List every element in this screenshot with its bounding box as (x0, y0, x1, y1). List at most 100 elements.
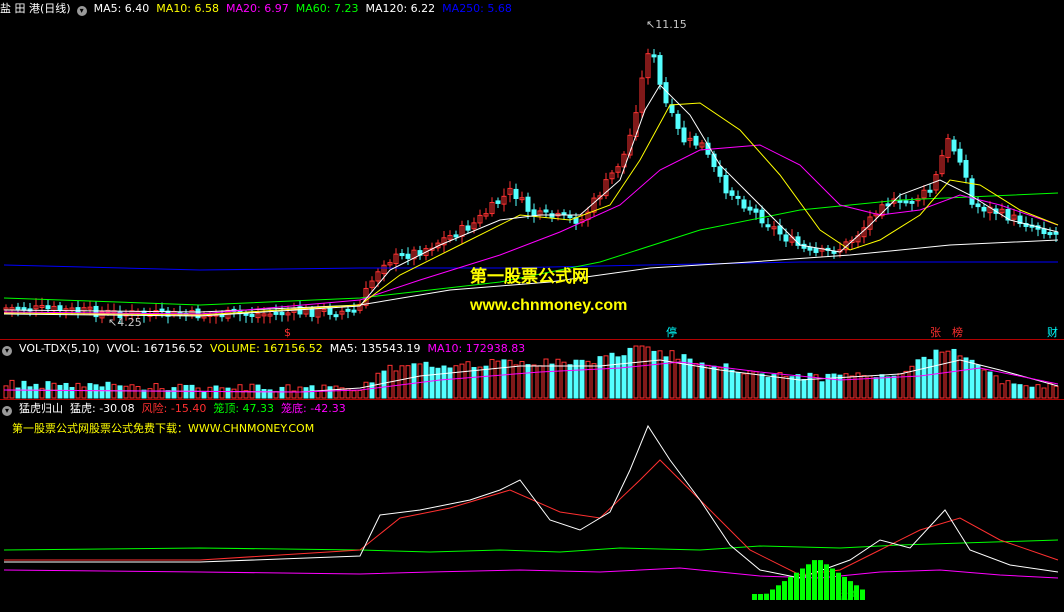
volume-bar (453, 365, 459, 399)
volume-bar (159, 388, 165, 399)
candle-body (657, 55, 663, 85)
volume-bar (519, 361, 525, 399)
dividend-marker[interactable]: $ (284, 326, 291, 339)
tiger-bar (782, 581, 787, 600)
volume-bar (549, 363, 555, 399)
tiger-bar (818, 560, 823, 600)
candle-body (981, 206, 987, 212)
candle-body (327, 307, 333, 315)
volume-bar (867, 375, 873, 399)
volume-bar (9, 379, 15, 399)
volume-bar (441, 365, 447, 399)
volume-bar (1035, 384, 1041, 399)
finance-marker[interactable]: 财 (1047, 326, 1058, 339)
chevron-down-icon[interactable]: ▾ (2, 346, 12, 356)
volume-bar (969, 359, 975, 399)
volume-bar (633, 345, 639, 399)
header-value: 笼底: -42.33 (281, 402, 346, 415)
candle-body (345, 308, 351, 312)
volume-bar (429, 366, 435, 399)
volume-bar (405, 365, 411, 399)
suspension-marker[interactable]: 停 (666, 326, 677, 339)
tiger-bar (794, 572, 799, 600)
volume-bar (645, 346, 651, 399)
volume-bar (363, 381, 369, 399)
volume-bar (33, 383, 39, 399)
header-value: 风险: -15.40 (141, 402, 207, 415)
volume-bar (165, 390, 171, 399)
candle-body (45, 305, 51, 310)
volume-bar (801, 379, 807, 399)
volume-bar (1011, 383, 1017, 399)
candle-body (681, 127, 687, 143)
volume-bar (375, 372, 381, 399)
volume-bar (15, 387, 21, 399)
candle-body (747, 206, 753, 211)
candle-body (453, 234, 459, 238)
volume-bar (1047, 382, 1053, 399)
tiger-bar (860, 589, 865, 600)
volume-bar (993, 375, 999, 399)
volume-bar (69, 386, 75, 399)
chevron-down-icon[interactable]: ▾ (76, 6, 87, 16)
volume-bar (699, 362, 705, 399)
volume-bar (771, 374, 777, 399)
chevron-down-icon[interactable]: ▾ (2, 406, 12, 416)
indicator-name: 猛虎归山 (19, 402, 63, 415)
price-chart (3, 48, 1059, 324)
volume-bar (3, 385, 9, 399)
volume-bar (717, 367, 723, 399)
limit-up-marker[interactable]: 张 (930, 326, 941, 339)
volume-bar (561, 361, 567, 399)
candle-body (513, 188, 519, 199)
volume-bar (393, 370, 399, 399)
volume-bar (1023, 385, 1029, 399)
candle-body (729, 190, 735, 196)
volume-bar (495, 360, 501, 399)
header-value: VVOL: 167156.52 (106, 342, 204, 355)
header-value: MA10: 6.58 (156, 2, 220, 15)
candle-body (333, 314, 339, 318)
volume-bar (657, 350, 663, 399)
candle-body (1053, 231, 1059, 235)
risk-line (4, 459, 1059, 576)
volume-bar (651, 350, 657, 399)
volume-bar (459, 363, 465, 399)
candle-body (495, 200, 501, 204)
tiger-bar (752, 594, 757, 600)
volume-bar (927, 359, 933, 399)
volume-pane[interactable]: ▾ VOL-TDX(5,10) VVOL: 167156.52 VOLUME: 167… (0, 340, 1064, 400)
candle-body (249, 313, 255, 317)
volume-bar (231, 388, 237, 399)
volume-bar (399, 365, 405, 399)
tiger-bar (800, 568, 805, 600)
candle-body (159, 308, 165, 312)
ma20-line (3, 144, 1059, 315)
volume-bar (27, 386, 33, 399)
header-value: MA60: 7.23 (295, 2, 359, 15)
watermark-title: 第一股票公式网 (470, 267, 589, 286)
volume-bar (273, 391, 279, 399)
volume-bar (285, 384, 291, 399)
tiger-bar (788, 576, 793, 600)
ma60-line (3, 192, 1059, 306)
header-value: VOLUME: 167156.52 (210, 342, 323, 355)
volume-bar (435, 367, 441, 399)
candle-body (813, 248, 819, 253)
pane-divider (0, 339, 1064, 340)
volume-bar (297, 386, 303, 399)
candle-body (927, 189, 933, 193)
volume-bar (915, 359, 921, 399)
candle-body (273, 311, 279, 315)
candle-body (759, 209, 765, 224)
candle-body (903, 200, 909, 204)
volume-bar (753, 371, 759, 399)
volume-bar (729, 369, 735, 399)
volume-bar (1017, 384, 1023, 399)
tiger-bar (764, 593, 769, 600)
volume-bar (543, 358, 549, 399)
candle-body (669, 104, 675, 114)
volume-bar (465, 361, 471, 399)
price-pane[interactable]: 盐 田 港(日线) ▾ MA5: 6.40 MA10: 6.58 MA20: 6.97 M… (0, 0, 1064, 340)
ranking-marker[interactable]: 榜 (952, 326, 963, 339)
